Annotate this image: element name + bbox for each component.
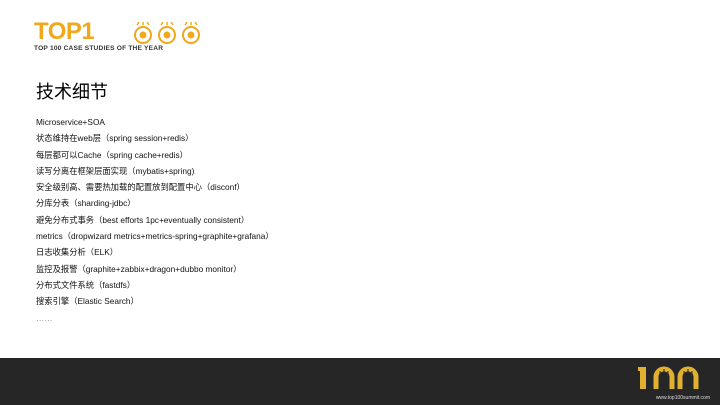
tech-details-list: Microservice+SOA 状态维持在web层（spring sessio… [36,114,274,326]
list-item: 监控及报警（graphite+zabbix+dragon+dubbo monit… [36,263,242,274]
ellipsis-item: …… [36,312,53,323]
logo-eyes-icon [134,22,200,44]
slide-title: 技术细节 [36,82,108,103]
footer-url: www.top100summit.com [655,395,710,401]
footer-bar: 100 www.top100summit.com [0,358,720,405]
list-item: 日志收集分析（ELK） [36,247,119,258]
list-item: 安全级别高、需要热加载的配置放到配置中心（disconf） [36,182,245,193]
list-item: 搜索引擎（Elastic Search） [36,296,139,307]
logo-subtitle: TOP 100 CASE STUDIES OF THE YEAR [34,45,164,52]
list-item: 每层都可以Cache（spring cache+redis） [36,149,188,160]
logo-wordmark: TOP1 [34,18,95,45]
list-item: 状态维持在web层（spring session+redis） [36,133,194,144]
list-item: Microservice+SOA [36,117,105,127]
list-item: metrics（dropwizard metrics+metrics-sprin… [36,231,274,242]
list-item: 分布式文件系统（fastdfs） [36,279,136,290]
footer-100-logo-icon: 100 [638,366,699,389]
list-item: 避免分布式事务（best efforts 1pc+eventually cons… [36,214,250,225]
list-item: 分库分表（sharding-jdbc） [36,198,136,209]
list-item: 读写分离在框架层面实现（mybatis+spring) [36,165,195,176]
top100-logo: TOP1 TOP 100 CASE STUDIES OF THE YEAR [34,18,200,54]
